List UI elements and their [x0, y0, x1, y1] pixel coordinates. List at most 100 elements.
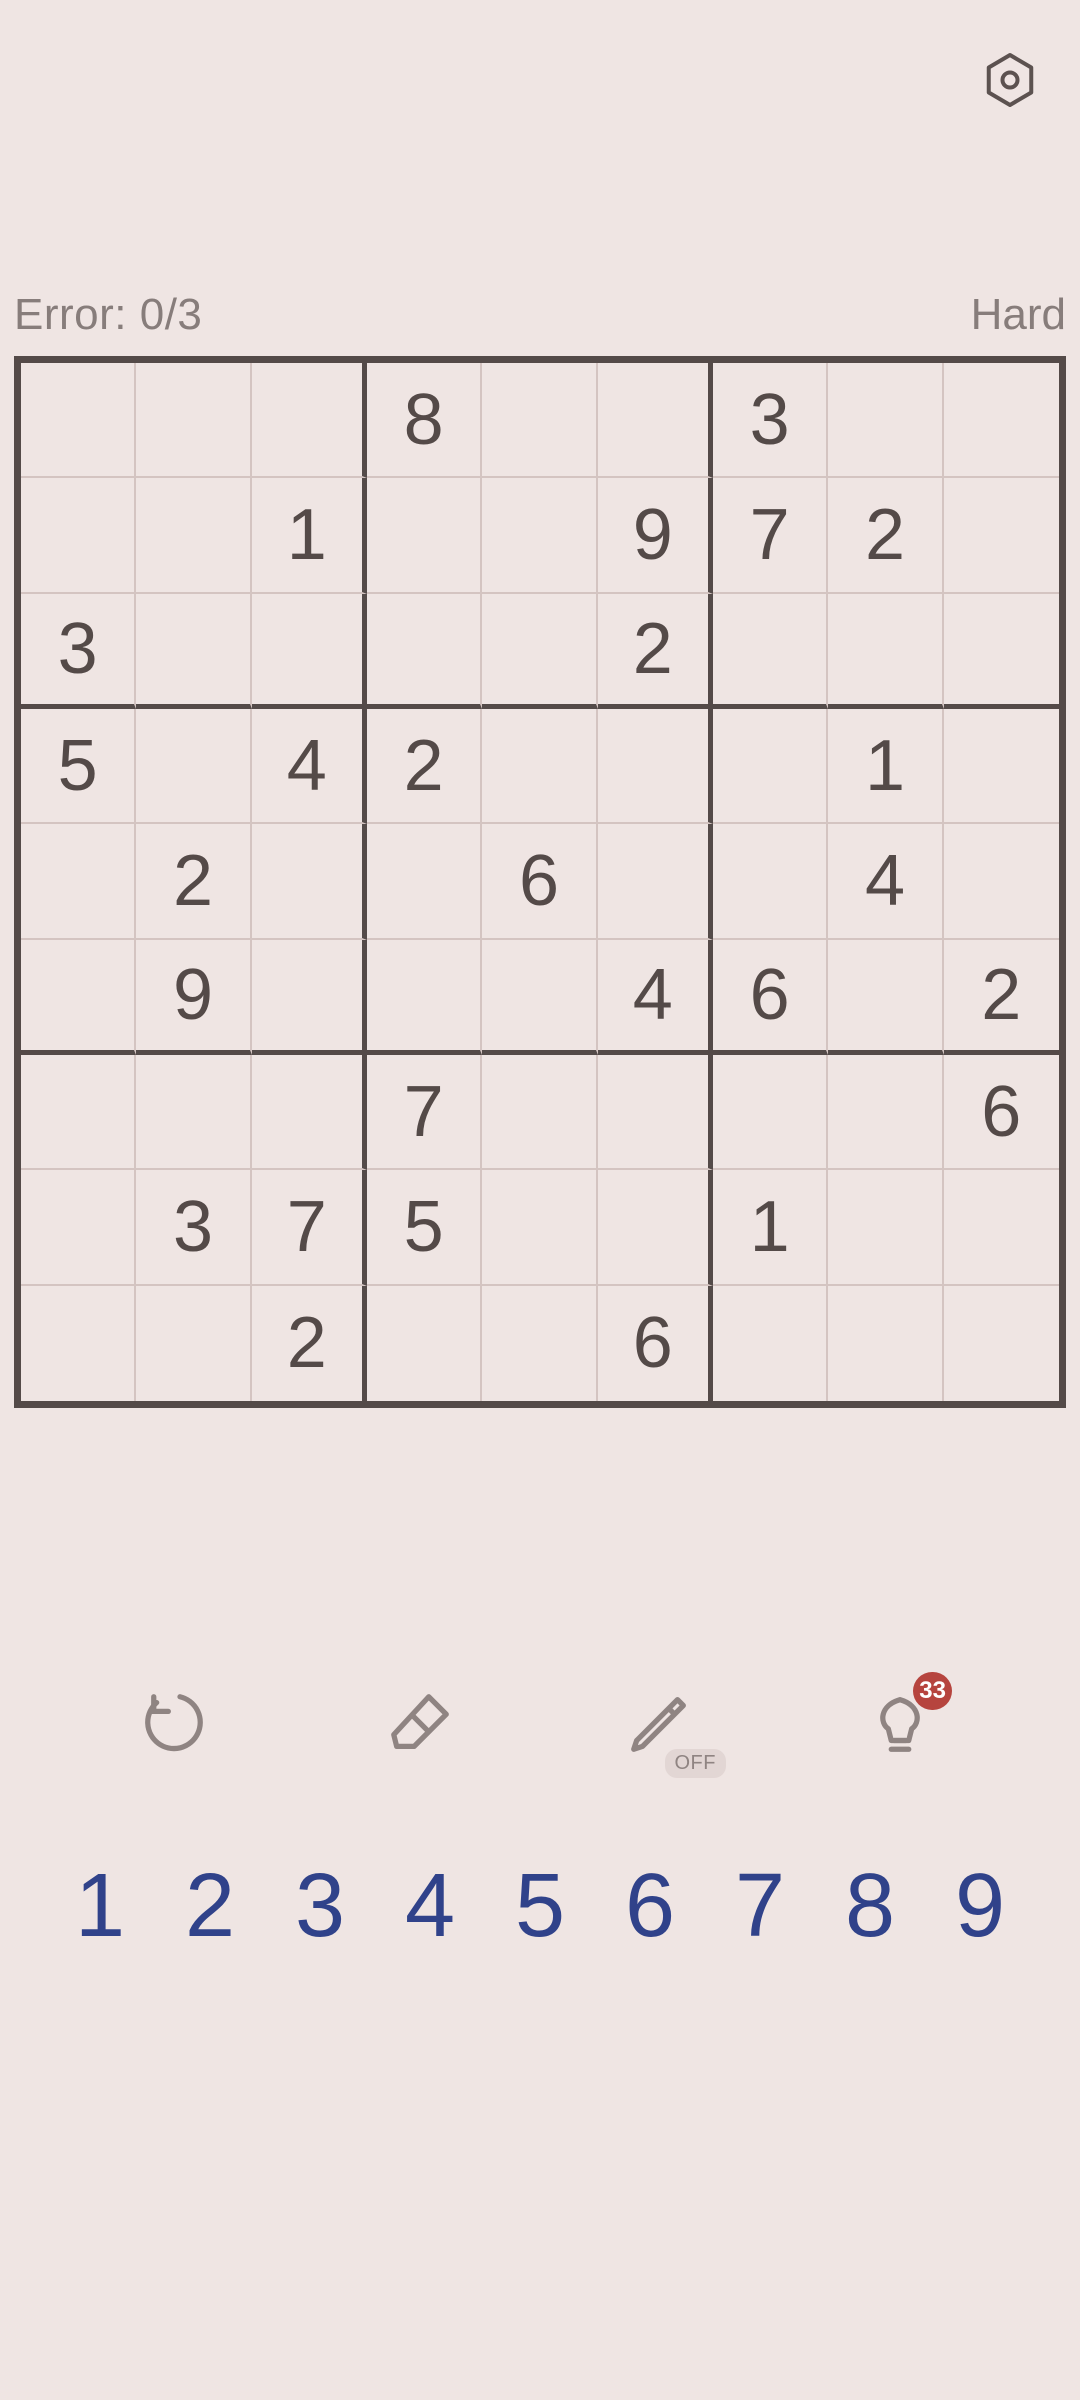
toolbar: OFF 33	[0, 1660, 1080, 1790]
cell-r2-c4[interactable]	[482, 594, 597, 709]
cell-r1-c1[interactable]	[136, 478, 251, 593]
cell-r6-c6[interactable]	[713, 1055, 828, 1170]
cell-r5-c7[interactable]	[828, 940, 943, 1055]
cell-r6-c3[interactable]: 7	[367, 1055, 482, 1170]
cell-r1-c6[interactable]: 7	[713, 478, 828, 593]
numpad-6[interactable]: 6	[600, 1855, 700, 1958]
pencil-toggle[interactable]: OFF	[600, 1680, 720, 1770]
cell-r4-c5[interactable]	[598, 824, 713, 939]
cell-r5-c6[interactable]: 6	[713, 940, 828, 1055]
cell-r8-c4[interactable]	[482, 1286, 597, 1401]
cell-r4-c1[interactable]: 2	[136, 824, 251, 939]
cell-r4-c4[interactable]: 6	[482, 824, 597, 939]
cell-r7-c1[interactable]: 3	[136, 1170, 251, 1285]
cell-r8-c3[interactable]	[367, 1286, 482, 1401]
cell-r8-c5[interactable]: 6	[598, 1286, 713, 1401]
cell-r0-c5[interactable]	[598, 363, 713, 478]
cell-r3-c4[interactable]	[482, 709, 597, 824]
cell-r6-c7[interactable]	[828, 1055, 943, 1170]
cell-r7-c5[interactable]	[598, 1170, 713, 1285]
cell-r2-c8[interactable]	[944, 594, 1059, 709]
numpad-5[interactable]: 5	[490, 1855, 590, 1958]
cell-r5-c4[interactable]	[482, 940, 597, 1055]
cell-r0-c1[interactable]	[136, 363, 251, 478]
cell-r8-c6[interactable]	[713, 1286, 828, 1401]
cell-r3-c7[interactable]: 1	[828, 709, 943, 824]
undo-icon	[145, 1688, 215, 1763]
cell-r5-c5[interactable]: 4	[598, 940, 713, 1055]
pencil-state-badge: OFF	[665, 1749, 727, 1778]
cell-r6-c2[interactable]	[252, 1055, 367, 1170]
cell-r2-c2[interactable]	[252, 594, 367, 709]
cell-r8-c1[interactable]	[136, 1286, 251, 1401]
cell-r5-c3[interactable]	[367, 940, 482, 1055]
cell-r7-c7[interactable]	[828, 1170, 943, 1285]
cell-r6-c1[interactable]	[136, 1055, 251, 1170]
cell-r3-c3[interactable]: 2	[367, 709, 482, 824]
cell-r6-c0[interactable]	[21, 1055, 136, 1170]
cell-r6-c8[interactable]: 6	[944, 1055, 1059, 1170]
cell-r2-c6[interactable]	[713, 594, 828, 709]
cell-r3-c2[interactable]: 4	[252, 709, 367, 824]
cell-r8-c8[interactable]	[944, 1286, 1059, 1401]
erase-button[interactable]	[360, 1680, 480, 1770]
cell-r6-c4[interactable]	[482, 1055, 597, 1170]
cell-r7-c4[interactable]	[482, 1170, 597, 1285]
cell-r0-c8[interactable]	[944, 363, 1059, 478]
cell-r6-c5[interactable]	[598, 1055, 713, 1170]
cell-r4-c3[interactable]	[367, 824, 482, 939]
settings-button[interactable]	[980, 50, 1040, 110]
hint-button[interactable]: 33	[840, 1680, 960, 1770]
cell-r4-c2[interactable]	[252, 824, 367, 939]
cell-r5-c2[interactable]	[252, 940, 367, 1055]
cell-r1-c3[interactable]	[367, 478, 482, 593]
cell-r2-c5[interactable]: 2	[598, 594, 713, 709]
cell-r1-c7[interactable]: 2	[828, 478, 943, 593]
cell-r7-c0[interactable]	[21, 1170, 136, 1285]
cell-r3-c8[interactable]	[944, 709, 1059, 824]
cell-r0-c4[interactable]	[482, 363, 597, 478]
cell-r0-c6[interactable]: 3	[713, 363, 828, 478]
cell-r8-c2[interactable]: 2	[252, 1286, 367, 1401]
numpad-9[interactable]: 9	[930, 1855, 1030, 1958]
cell-r1-c0[interactable]	[21, 478, 136, 593]
cell-r5-c0[interactable]	[21, 940, 136, 1055]
cell-r8-c7[interactable]	[828, 1286, 943, 1401]
cell-r3-c0[interactable]: 5	[21, 709, 136, 824]
cell-r7-c2[interactable]: 7	[252, 1170, 367, 1285]
numpad-1[interactable]: 1	[50, 1855, 150, 1958]
cell-r1-c2[interactable]: 1	[252, 478, 367, 593]
cell-r5-c8[interactable]: 2	[944, 940, 1059, 1055]
cell-r3-c1[interactable]	[136, 709, 251, 824]
cell-r1-c8[interactable]	[944, 478, 1059, 593]
cell-r0-c2[interactable]	[252, 363, 367, 478]
cell-r3-c6[interactable]	[713, 709, 828, 824]
numpad-3[interactable]: 3	[270, 1855, 370, 1958]
cell-r4-c6[interactable]	[713, 824, 828, 939]
numpad-4[interactable]: 4	[380, 1855, 480, 1958]
cell-r0-c7[interactable]	[828, 363, 943, 478]
cell-r0-c0[interactable]	[21, 363, 136, 478]
numpad-2[interactable]: 2	[160, 1855, 260, 1958]
cell-r3-c5[interactable]	[598, 709, 713, 824]
cell-r4-c7[interactable]: 4	[828, 824, 943, 939]
cell-r7-c3[interactable]: 5	[367, 1170, 482, 1285]
cell-r2-c0[interactable]: 3	[21, 594, 136, 709]
cell-r2-c1[interactable]	[136, 594, 251, 709]
cell-r0-c3[interactable]: 8	[367, 363, 482, 478]
eraser-icon	[385, 1688, 455, 1763]
cell-r8-c0[interactable]	[21, 1286, 136, 1401]
cell-r7-c8[interactable]	[944, 1170, 1059, 1285]
numpad-7[interactable]: 7	[710, 1855, 810, 1958]
cell-r5-c1[interactable]: 9	[136, 940, 251, 1055]
cell-r1-c4[interactable]	[482, 478, 597, 593]
cell-r4-c8[interactable]	[944, 824, 1059, 939]
hint-count-badge: 33	[913, 1672, 952, 1710]
numpad-8[interactable]: 8	[820, 1855, 920, 1958]
cell-r2-c7[interactable]	[828, 594, 943, 709]
undo-button[interactable]	[120, 1680, 240, 1770]
cell-r7-c6[interactable]: 1	[713, 1170, 828, 1285]
cell-r4-c0[interactable]	[21, 824, 136, 939]
cell-r2-c3[interactable]	[367, 594, 482, 709]
cell-r1-c5[interactable]: 9	[598, 478, 713, 593]
